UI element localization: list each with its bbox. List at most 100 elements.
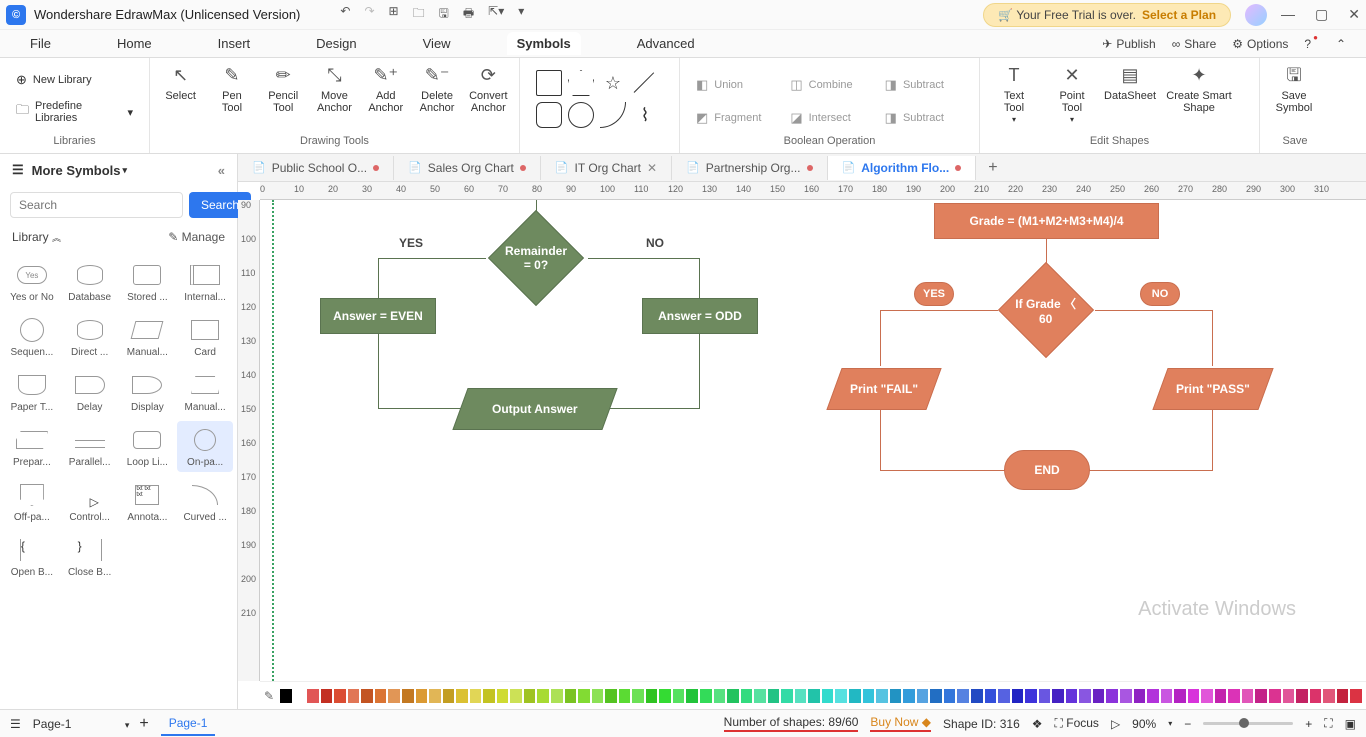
color-swatch[interactable]	[1269, 689, 1281, 703]
color-swatch[interactable]	[307, 689, 319, 703]
library-shape-item[interactable]: Display	[120, 366, 176, 417]
library-shape-item[interactable]: Delay	[62, 366, 118, 417]
library-shape-item[interactable]: Parallel...	[62, 421, 118, 472]
zoom-in-button[interactable]: +	[1305, 717, 1312, 731]
open-button[interactable]: 🗀	[413, 4, 425, 25]
menu-symbols[interactable]: Symbols	[507, 32, 581, 55]
document-tab[interactable]: 📄Algorithm Flo...	[828, 156, 977, 180]
color-swatch[interactable]	[1174, 689, 1186, 703]
color-swatch[interactable]	[714, 689, 726, 703]
eyedropper-icon[interactable]: ✎	[264, 689, 274, 703]
document-tab[interactable]: 📄Public School O...	[238, 156, 394, 180]
menu-file[interactable]: File	[20, 32, 61, 55]
share-link[interactable]: ∞ Share	[1172, 37, 1217, 51]
close-button[interactable]: ✕	[1348, 6, 1360, 23]
color-swatch[interactable]	[294, 689, 306, 703]
color-swatch[interactable]	[768, 689, 780, 703]
color-swatch[interactable]	[443, 689, 455, 703]
undo-button[interactable]: ↶	[340, 4, 350, 25]
color-swatch[interactable]	[483, 689, 495, 703]
color-swatch[interactable]	[1106, 689, 1118, 703]
color-swatch[interactable]	[321, 689, 333, 703]
menu-home[interactable]: Home	[107, 32, 162, 55]
color-swatch[interactable]	[1025, 689, 1037, 703]
color-swatch[interactable]	[1039, 689, 1051, 703]
color-swatch[interactable]	[1147, 689, 1159, 703]
color-swatch[interactable]	[646, 689, 658, 703]
manage-button[interactable]: ✎ Manage	[168, 230, 225, 244]
process-odd[interactable]: Answer = ODD	[642, 298, 758, 334]
library-shape-item[interactable]: {Open B...	[4, 531, 60, 582]
combine-button[interactable]: ◫Combine	[784, 70, 874, 100]
color-swatch[interactable]	[849, 689, 861, 703]
color-swatch[interactable]	[1296, 689, 1308, 703]
library-shape-item[interactable]: Internal...	[177, 256, 233, 307]
shape-line[interactable]	[632, 70, 658, 96]
io-fail[interactable]: Print "FAIL"	[826, 368, 941, 410]
color-swatch[interactable]	[524, 689, 536, 703]
color-swatch[interactable]	[348, 689, 360, 703]
page-tab-1[interactable]: Page-1	[161, 712, 216, 736]
add-anchor-tool[interactable]: ✎⁺Add Anchor	[365, 64, 406, 114]
color-swatch[interactable]	[876, 689, 888, 703]
color-swatch[interactable]	[1161, 689, 1173, 703]
collapse-panel-button[interactable]: «	[218, 163, 225, 178]
color-swatch[interactable]	[1337, 689, 1349, 703]
shape-picker[interactable]: ☆ ⌇	[530, 64, 669, 134]
color-swatch[interactable]	[361, 689, 373, 703]
more-qat[interactable]: ▾	[518, 4, 524, 25]
library-shape-item[interactable]: Manual...	[120, 311, 176, 362]
menu-view[interactable]: View	[413, 32, 461, 55]
color-swatch[interactable]	[998, 689, 1010, 703]
color-swatch[interactable]	[1134, 689, 1146, 703]
color-swatch[interactable]	[1228, 689, 1240, 703]
shape-circle[interactable]	[568, 102, 594, 128]
color-swatch[interactable]	[754, 689, 766, 703]
color-swatch[interactable]	[863, 689, 875, 703]
layers-icon[interactable]: ❖	[1032, 717, 1043, 731]
color-swatch[interactable]	[1283, 689, 1295, 703]
color-swatch[interactable]	[605, 689, 617, 703]
color-swatch[interactable]	[1255, 689, 1267, 703]
library-shape-item[interactable]: Curved ...	[177, 476, 233, 527]
color-swatch[interactable]	[917, 689, 929, 703]
color-swatch[interactable]	[565, 689, 577, 703]
convert-anchor-tool[interactable]: ⟳Convert Anchor	[468, 64, 509, 114]
play-button[interactable]: ▷	[1111, 717, 1120, 731]
shape-star[interactable]: ☆	[600, 70, 626, 96]
pen-tool[interactable]: ✎Pen Tool	[211, 64, 252, 114]
library-shape-item[interactable]: Manual...	[177, 366, 233, 417]
select-tool[interactable]: ↖Select	[160, 64, 201, 102]
color-swatch[interactable]	[1310, 689, 1322, 703]
color-swatch[interactable]	[456, 689, 468, 703]
maximize-button[interactable]: ▢	[1315, 6, 1328, 23]
color-swatch[interactable]	[835, 689, 847, 703]
color-swatch[interactable]	[795, 689, 807, 703]
color-swatch[interactable]	[808, 689, 820, 703]
shape-square[interactable]	[536, 70, 562, 96]
color-swatch[interactable]	[741, 689, 753, 703]
print-button[interactable]: 🖶	[463, 4, 474, 25]
trial-notice[interactable]: 🛒 Your Free Trial is over. Select a Plan	[983, 3, 1231, 27]
color-swatch[interactable]	[280, 689, 292, 703]
search-input[interactable]	[10, 192, 183, 218]
color-swatch[interactable]	[375, 689, 387, 703]
focus-button[interactable]: ⛶ Focus	[1055, 716, 1099, 731]
datasheet-button[interactable]: ▤DataSheet	[1106, 64, 1154, 102]
library-shape-item[interactable]: }Close B...	[62, 531, 118, 582]
color-swatch[interactable]	[971, 689, 983, 703]
color-swatch[interactable]	[781, 689, 793, 703]
library-shape-item[interactable]: Paper T...	[4, 366, 60, 417]
color-swatch[interactable]	[686, 689, 698, 703]
options-link[interactable]: ⚙ Options	[1232, 37, 1288, 51]
collapse-ribbon[interactable]: ⌃	[1336, 37, 1346, 51]
color-swatch[interactable]	[1066, 689, 1078, 703]
minimize-button[interactable]: —	[1281, 6, 1295, 23]
delete-anchor-tool[interactable]: ✎⁻Delete Anchor	[416, 64, 457, 114]
color-swatch[interactable]	[890, 689, 902, 703]
color-swatch[interactable]	[1323, 689, 1335, 703]
close-tab-icon[interactable]: ✕	[647, 161, 657, 175]
decision-grade[interactable]: If Grade 〈 60	[998, 262, 1094, 358]
color-swatch[interactable]	[497, 689, 509, 703]
decision-remainder[interactable]: Remainder = 0?	[488, 210, 584, 306]
